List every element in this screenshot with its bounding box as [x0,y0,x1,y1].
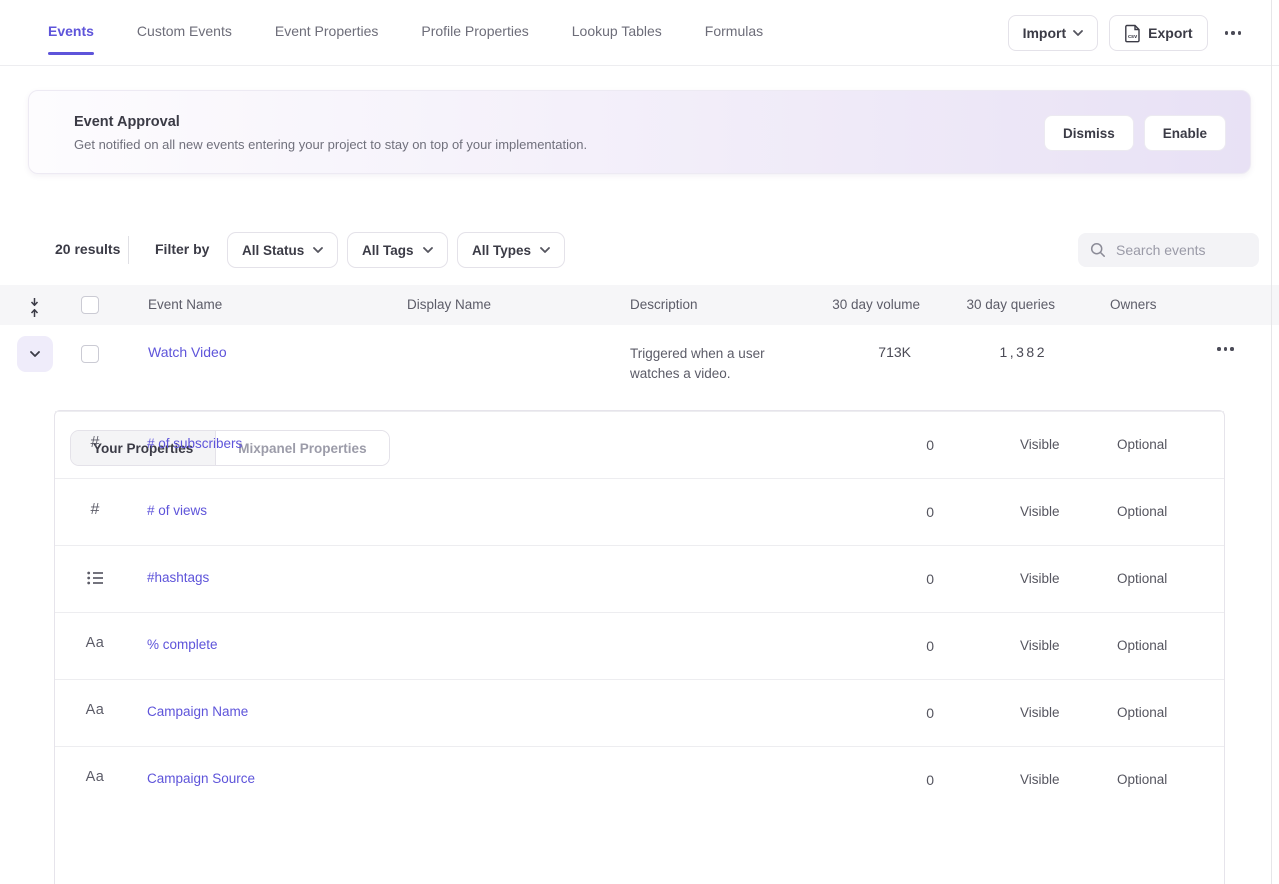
property-requirement[interactable]: Optional [1117,504,1167,519]
tab-formulas[interactable]: Formulas [705,17,763,49]
property-count: 0 [834,504,934,520]
export-button-label: Export [1148,25,1192,41]
property-requirement[interactable]: Optional [1117,437,1167,452]
chevron-down-icon [30,351,40,357]
property-count: 0 [834,437,934,453]
property-row: #hashtags 0 Visible Optional [55,545,1224,612]
property-visibility[interactable]: Visible [1020,437,1060,452]
col-owners: Owners [1110,297,1157,312]
properties-panel: Your Properties Mixpanel Properties # # … [54,410,1225,884]
property-count: 0 [834,705,934,721]
import-button[interactable]: Import [1008,15,1099,51]
property-count: 0 [834,638,934,654]
property-count: 0 [834,772,934,788]
results-count: 20 results [55,241,120,257]
lexicon-page: Events Custom Events Event Properties Pr… [0,0,1279,884]
more-menu-icon[interactable] [1219,23,1248,43]
banner-description: Get notified on all new events entering … [74,137,587,152]
select-all-checkbox[interactable] [81,296,99,314]
status-filter-label: All Status [242,243,304,258]
tab-lookup-tables[interactable]: Lookup Tables [572,17,662,49]
number-type-icon: # [81,501,109,519]
dismiss-button[interactable]: Dismiss [1044,115,1134,151]
property-visibility[interactable]: Visible [1020,638,1060,653]
nav-tabs: Events Custom Events Event Properties Pr… [0,17,763,49]
property-row: Aa % complete 0 Visible Optional [55,612,1224,679]
event-row-watch-video: Watch Video Triggered when a user watche… [0,325,1279,410]
nav-actions: Import csv Export [1008,15,1247,51]
text-type-icon: Aa [81,635,109,651]
property-row: # # of subscribers 0 Visible Optional [55,411,1224,478]
status-filter-dropdown[interactable]: All Status [227,232,338,268]
property-visibility[interactable]: Visible [1020,705,1060,720]
property-requirement[interactable]: Optional [1117,772,1167,787]
property-requirement[interactable]: Optional [1117,705,1167,720]
col-30-day-volume: 30 day volume [780,297,920,312]
text-type-icon: Aa [81,769,109,785]
tab-profile-properties[interactable]: Profile Properties [421,17,528,49]
property-requirement[interactable]: Optional [1117,638,1167,653]
text-type-icon: Aa [81,702,109,718]
property-count: 0 [834,571,934,587]
row-menu-icon[interactable] [1211,339,1240,359]
tab-custom-events[interactable]: Custom Events [137,17,232,49]
tab-event-properties[interactable]: Event Properties [275,17,379,49]
enable-button[interactable]: Enable [1144,115,1226,151]
import-button-label: Import [1023,25,1067,41]
event-volume-value: 713K [780,344,911,360]
events-table-header: Event Name Display Name Description 30 d… [0,285,1279,325]
banner-actions: Dismiss Enable [1044,115,1226,151]
window-edge [1271,0,1272,884]
property-name-link[interactable]: #hashtags [147,570,209,585]
filter-row: 20 results Filter by All Status All Tags… [0,232,1279,268]
event-approval-banner: Event Approval Get notified on all new e… [28,90,1251,174]
property-visibility[interactable]: Visible [1020,504,1060,519]
csv-file-icon: csv [1124,24,1141,43]
col-30-day-queries: 30 day queries [915,297,1055,312]
col-description: Description [630,297,698,312]
list-type-icon [81,568,109,585]
filter-by-label: Filter by [155,241,209,257]
chevron-down-icon [540,247,550,253]
types-filter-label: All Types [472,243,531,258]
search-icon [1090,242,1106,258]
row-checkbox[interactable] [81,345,99,363]
divider [128,236,129,264]
event-name-link[interactable]: Watch Video [148,344,227,360]
tab-events[interactable]: Events [48,17,94,49]
event-queries-value: 1,382 [900,344,1047,360]
property-row: Aa Campaign Name 0 Visible Optional [55,679,1224,746]
property-row: # # of views 0 Visible Optional [55,478,1224,545]
types-filter-dropdown[interactable]: All Types [457,232,565,268]
chevron-down-icon [423,247,433,253]
svg-text:csv: csv [1128,34,1138,40]
collapse-row-button[interactable] [17,336,53,372]
chevron-down-icon [313,247,323,253]
tags-filter-dropdown[interactable]: All Tags [347,232,448,268]
search-events-box[interactable] [1078,233,1259,267]
export-button[interactable]: csv Export [1109,15,1207,51]
search-events-input[interactable] [1116,242,1246,258]
event-description: Triggered when a user watches a video. [630,344,798,384]
property-name-link[interactable]: # of subscribers [147,436,242,451]
property-visibility[interactable]: Visible [1020,571,1060,586]
banner-title: Event Approval [74,114,180,130]
collapse-all-icon[interactable] [27,297,42,318]
number-type-icon: # [81,434,109,452]
property-name-link[interactable]: % complete [147,637,218,652]
col-display-name: Display Name [407,297,491,312]
property-name-link[interactable]: Campaign Name [147,704,248,719]
property-requirement[interactable]: Optional [1117,571,1167,586]
tags-filter-label: All Tags [362,243,414,258]
top-nav: Events Custom Events Event Properties Pr… [0,0,1279,66]
property-name-link[interactable]: Campaign Source [147,771,255,786]
col-event-name: Event Name [148,297,222,312]
chevron-down-icon [1073,30,1083,36]
property-row: Aa Campaign Source 0 Visible Optional [55,746,1224,813]
property-visibility[interactable]: Visible [1020,772,1060,787]
property-name-link[interactable]: # of views [147,503,207,518]
